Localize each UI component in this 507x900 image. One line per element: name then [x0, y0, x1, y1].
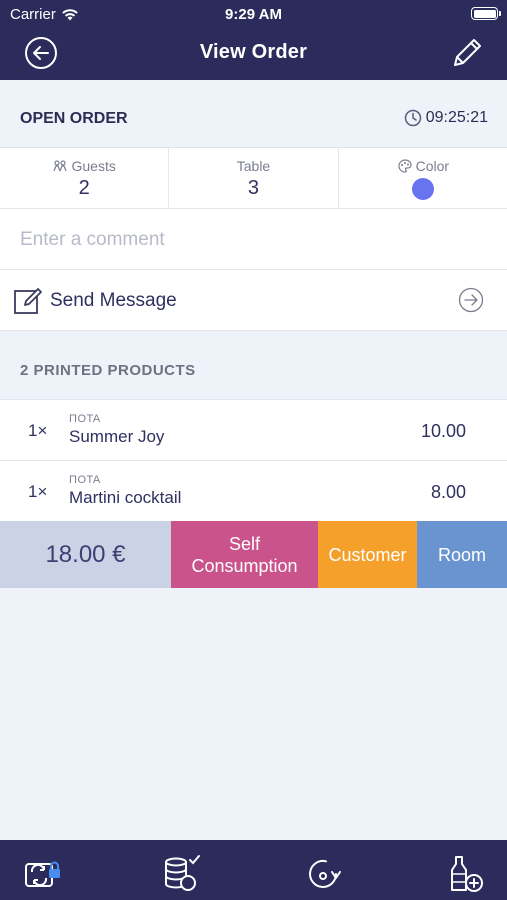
- palette-icon: [397, 159, 412, 173]
- order-time: 09:25:21: [404, 109, 488, 127]
- order-header: OPEN ORDER 09:25:21: [0, 80, 507, 148]
- product-price: 8.00: [430, 482, 466, 502]
- self-consumption-label: Self Consumption: [191, 533, 298, 576]
- page-title: View Order: [199, 41, 308, 63]
- clock-icon: [404, 109, 421, 127]
- product-qty: 1×: [28, 482, 48, 501]
- rotate-icon[interactable]: [304, 854, 344, 894]
- send-message-label: Send Message: [50, 290, 177, 311]
- locked-transfer-icon[interactable]: [22, 854, 62, 894]
- header: Carrier 9:29 AM View Order: [0, 0, 507, 80]
- color-label: Color: [415, 158, 450, 174]
- send-message-row[interactable]: Send Message: [0, 270, 507, 331]
- products-title: 2 PRINTED PRODUCTS: [20, 362, 196, 379]
- table-cell[interactable]: Table 3: [169, 148, 339, 208]
- payment-actions: 18.00 € Self Consumption Customer Room: [0, 521, 507, 588]
- comment-row: [0, 209, 507, 270]
- guests-icon: [53, 160, 68, 172]
- color-swatch[interactable]: [411, 178, 434, 200]
- battery-icon: [471, 7, 501, 20]
- product-category: ΠΟΤΑ: [69, 474, 101, 486]
- status-time: 9:29 AM: [225, 6, 282, 23]
- product-row[interactable]: 1× ΠΟΤΑ Martini cocktail 8.00: [0, 461, 507, 522]
- guests-cell[interactable]: Guests 2: [0, 148, 170, 208]
- product-name: Summer Joy: [69, 427, 165, 446]
- self-consumption-button[interactable]: Self Consumption: [171, 521, 318, 588]
- product-row[interactable]: 1× ΠΟΤΑ Summer Joy 10.00: [0, 400, 507, 461]
- product-name: Martini cocktail: [69, 488, 182, 507]
- product-category: ΠΟΤΑ: [69, 413, 101, 425]
- product-qty: 1×: [28, 421, 48, 440]
- product-price: 10.00: [420, 421, 466, 441]
- customer-button[interactable]: Customer: [318, 521, 417, 588]
- bottom-toolbar: [0, 840, 507, 900]
- bottle-add-icon[interactable]: [446, 854, 486, 894]
- order-time-value: 09:25:21: [425, 109, 488, 126]
- color-cell[interactable]: Color: [339, 148, 507, 208]
- table-label-wrap: Table: [169, 158, 337, 174]
- table-value: 3: [247, 177, 260, 199]
- guests-label: Guests: [71, 158, 116, 174]
- room-button[interactable]: Room: [417, 521, 507, 588]
- compose-icon: [14, 288, 42, 314]
- table-label: Table: [236, 158, 271, 174]
- guests-label-wrap: Guests: [0, 158, 168, 174]
- arrow-right-circle-icon[interactable]: [458, 287, 484, 313]
- pencil-icon[interactable]: [449, 35, 485, 71]
- order-total: 18.00 €: [0, 521, 171, 588]
- status-bar: Carrier 9:29 AM: [0, 0, 507, 28]
- order-info: Guests 2 Table 3 Color: [0, 148, 507, 209]
- coins-check-icon[interactable]: [162, 854, 202, 894]
- order-status: OPEN ORDER: [20, 110, 128, 127]
- color-label-wrap: Color: [339, 158, 507, 174]
- comment-input[interactable]: [20, 227, 480, 253]
- products-header: 2 PRINTED PRODUCTS: [0, 331, 507, 400]
- guests-value: 2: [78, 177, 90, 199]
